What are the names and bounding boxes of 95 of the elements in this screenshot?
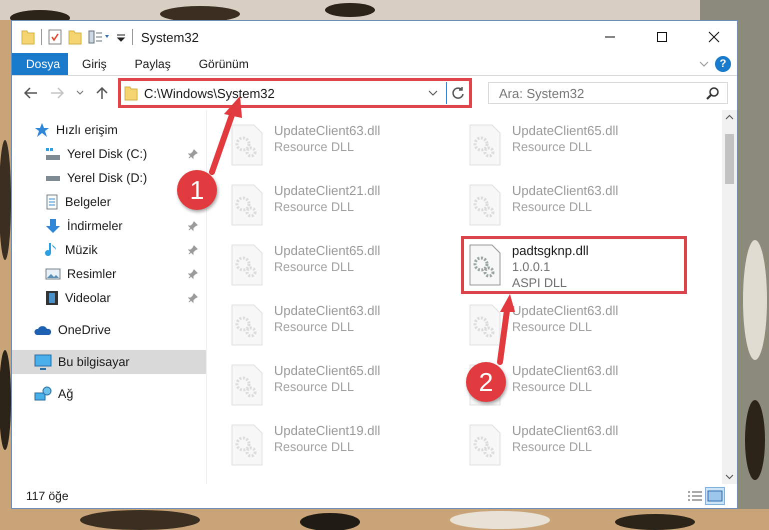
sidebar-item[interactable]: Bu bilgisayar xyxy=(12,350,206,374)
dll-file-icon xyxy=(230,183,264,227)
file-detail: Resource DLL xyxy=(512,200,593,214)
back-arrow-icon xyxy=(24,87,38,99)
file-name[interactable]: padtsgknp.dll xyxy=(512,243,589,258)
properties-icon[interactable] xyxy=(48,29,62,45)
file-detail: Resource DLL xyxy=(512,140,593,154)
network-icon xyxy=(34,386,52,402)
forward-arrow-icon xyxy=(50,87,64,99)
dll-file-icon xyxy=(230,363,264,407)
sidebar-label: Videolar xyxy=(65,291,112,305)
file-detail: Resource DLL xyxy=(274,260,355,274)
sidebar-label: İndirmeler xyxy=(67,219,124,233)
refresh-icon[interactable] xyxy=(451,86,465,100)
sidebar-item[interactable]: Yerel Disk (C:) xyxy=(12,142,206,166)
scrollbar-thumb[interactable] xyxy=(725,134,734,184)
chevron-down-icon[interactable] xyxy=(428,89,438,97)
file-menu-tab[interactable]: Dosya xyxy=(12,53,68,75)
sidebar-label: Ağ xyxy=(58,387,74,401)
sidebar-item[interactable]: Resimler xyxy=(12,262,206,286)
file-detail: 1.0.0.1 xyxy=(512,260,552,274)
sidebar-item[interactable]: Hızlı erişim xyxy=(12,118,126,142)
dll-file-icon xyxy=(468,303,502,347)
sidebar-label: Hızlı erişim xyxy=(56,123,118,137)
folder-icon xyxy=(21,29,35,45)
film-icon xyxy=(45,290,59,306)
window-title: System32 xyxy=(141,30,200,44)
sidebar-label: Belgeler xyxy=(65,195,111,209)
download-arrow-icon xyxy=(45,218,61,234)
sidebar-label: Yerel Disk (C:) xyxy=(67,147,148,161)
folder-icon xyxy=(124,85,138,101)
file-detail: Resource DLL xyxy=(274,380,355,394)
dll-file-icon xyxy=(230,423,264,467)
ribbon-tab[interactable]: Görünüm xyxy=(184,53,263,75)
dll-file-icon xyxy=(468,183,502,227)
star-icon xyxy=(34,122,50,138)
sidebar-label: Resimler xyxy=(67,267,118,281)
file-detail: Resource DLL xyxy=(512,440,593,454)
sidebar-item[interactable]: Ağ xyxy=(12,382,82,406)
monitor-icon xyxy=(34,354,52,370)
pin-icon[interactable] xyxy=(188,293,198,303)
dll-file-icon xyxy=(230,303,264,347)
dll-file-icon xyxy=(230,243,264,287)
music-note-icon xyxy=(45,242,59,258)
sidebar-label: Müzik xyxy=(65,243,99,257)
sidebar-item[interactable]: Müzik xyxy=(12,238,206,262)
scroll-down-icon[interactable] xyxy=(725,474,734,480)
dll-file-icon xyxy=(468,243,502,287)
dll-file-icon xyxy=(468,123,502,167)
cloud-icon xyxy=(34,324,52,336)
sidebar-item[interactable]: Videolar xyxy=(12,286,206,310)
help-icon[interactable]: ? xyxy=(715,56,731,72)
file-detail: Resource DLL xyxy=(274,140,355,154)
ribbon-tab[interactable]: Giriş xyxy=(68,53,121,75)
pin-icon[interactable] xyxy=(188,221,198,231)
up-arrow-icon xyxy=(96,86,108,100)
file-detail: Resource DLL xyxy=(512,380,593,394)
pin-icon[interactable] xyxy=(188,245,198,255)
item-count: 117 öğe xyxy=(26,489,70,503)
document-icon xyxy=(45,194,59,210)
drive-icon xyxy=(45,175,61,181)
file-detail: Resource DLL xyxy=(274,200,355,214)
sidebar-label: OneDrive xyxy=(58,323,111,337)
dll-file-icon xyxy=(230,123,264,167)
close-icon xyxy=(708,31,720,43)
pin-icon[interactable] xyxy=(188,269,198,279)
large-icons-view-button[interactable] xyxy=(705,487,725,505)
search-box[interactable]: Ara: System32 xyxy=(488,82,728,104)
pin-icon[interactable] xyxy=(188,149,198,159)
sidebar-label: Yerel Disk (D:) xyxy=(67,171,148,185)
address-bar[interactable]: C:\Windows\System32 xyxy=(118,78,472,108)
file-detail: Resource DLL xyxy=(274,440,355,454)
sidebar-item[interactable]: Yerel Disk (D:) xyxy=(12,166,156,190)
ribbon-tab[interactable]: Paylaş xyxy=(120,53,185,75)
layout-icon[interactable] xyxy=(88,30,110,44)
image-icon xyxy=(707,490,723,502)
sidebar-item[interactable]: OneDrive xyxy=(12,318,119,342)
maximize-icon xyxy=(656,31,668,43)
image-icon xyxy=(45,267,61,281)
chevron-down-icon xyxy=(76,90,84,96)
folder-icon[interactable] xyxy=(68,29,82,45)
sidebar-item[interactable]: İndirmeler xyxy=(12,214,206,238)
sidebar-label: Bu bilgisayar xyxy=(58,355,131,369)
drive-icon xyxy=(45,147,61,161)
address-path: C:\Windows\System32 xyxy=(144,86,276,100)
scrollbar[interactable] xyxy=(722,110,737,484)
list-icon xyxy=(687,490,703,502)
file-detail: Resource DLL xyxy=(274,320,355,334)
scroll-up-icon[interactable] xyxy=(725,114,734,120)
search-icon xyxy=(706,86,719,100)
sidebar-item[interactable]: Belgeler xyxy=(12,190,119,214)
file-detail: Resource DLL xyxy=(512,320,593,334)
dll-file-icon xyxy=(468,423,502,467)
file-detail: ASPI DLL xyxy=(512,276,568,290)
caret-icon[interactable] xyxy=(116,32,126,42)
